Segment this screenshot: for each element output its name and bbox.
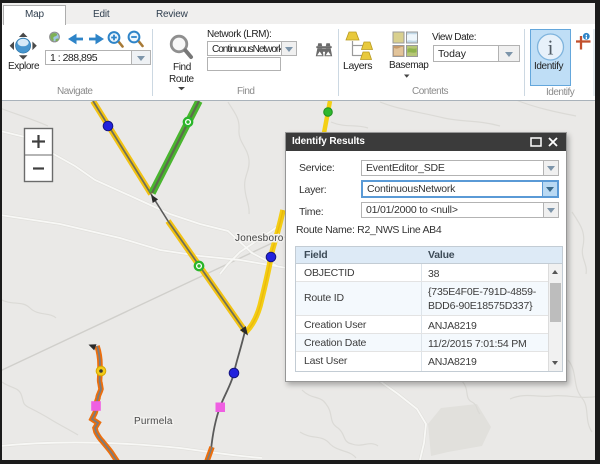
svg-text:Purmela: Purmela [134, 416, 173, 427]
svg-text:i: i [548, 36, 554, 60]
svg-text:Jonesboro: Jonesboro [235, 233, 284, 244]
